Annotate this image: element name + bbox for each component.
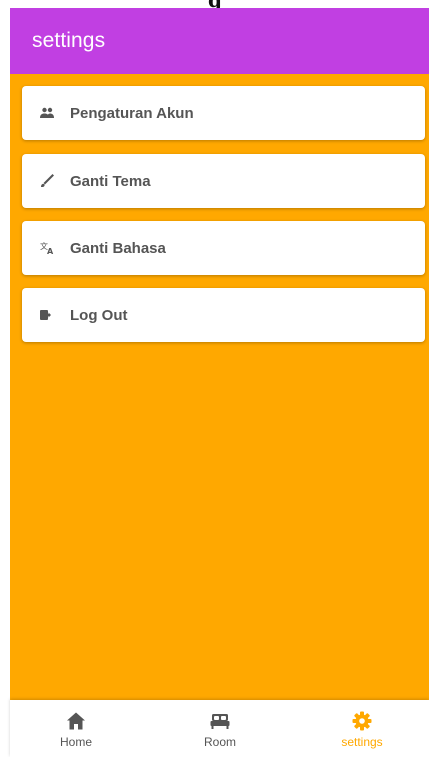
svg-text:A: A <box>47 247 54 255</box>
menu-item-label: Pengaturan Akun <box>70 104 194 122</box>
menu-item-change-theme[interactable]: Ganti Tema <box>22 154 425 208</box>
settings-content: Pengaturan Akun Ganti Tema 文 A Ganti Bah… <box>10 74 429 700</box>
menu-item-logout[interactable]: Log Out <box>22 288 425 342</box>
nav-label: Room <box>203 735 236 749</box>
bed-icon <box>209 710 231 732</box>
people-icon <box>39 105 55 121</box>
top-strip: g <box>0 0 429 8</box>
nav-label: Home <box>59 735 92 749</box>
nav-item-settings[interactable]: settings <box>302 700 422 757</box>
page-title: settings <box>32 29 106 52</box>
logout-icon <box>39 307 55 323</box>
cropped-heading-fragment: g <box>208 0 222 8</box>
nav-item-room[interactable]: Room <box>160 700 280 757</box>
brush-icon <box>39 173 55 189</box>
menu-item-change-language[interactable]: 文 A Ganti Bahasa <box>22 221 425 275</box>
bottom-edge <box>0 757 429 765</box>
translate-icon: 文 A <box>39 240 55 256</box>
home-icon <box>65 710 87 732</box>
gear-icon <box>351 710 373 732</box>
nav-label: settings <box>341 735 383 749</box>
menu-item-label: Ganti Bahasa <box>70 239 166 257</box>
menu-item-label: Log Out <box>70 306 128 324</box>
menu-item-account-settings[interactable]: Pengaturan Akun <box>22 86 425 140</box>
menu-item-label: Ganti Tema <box>70 172 151 190</box>
nav-item-home[interactable]: Home <box>16 700 136 757</box>
app-bar: settings <box>10 8 429 74</box>
bottom-navigation: Home Room settings <box>10 700 429 757</box>
